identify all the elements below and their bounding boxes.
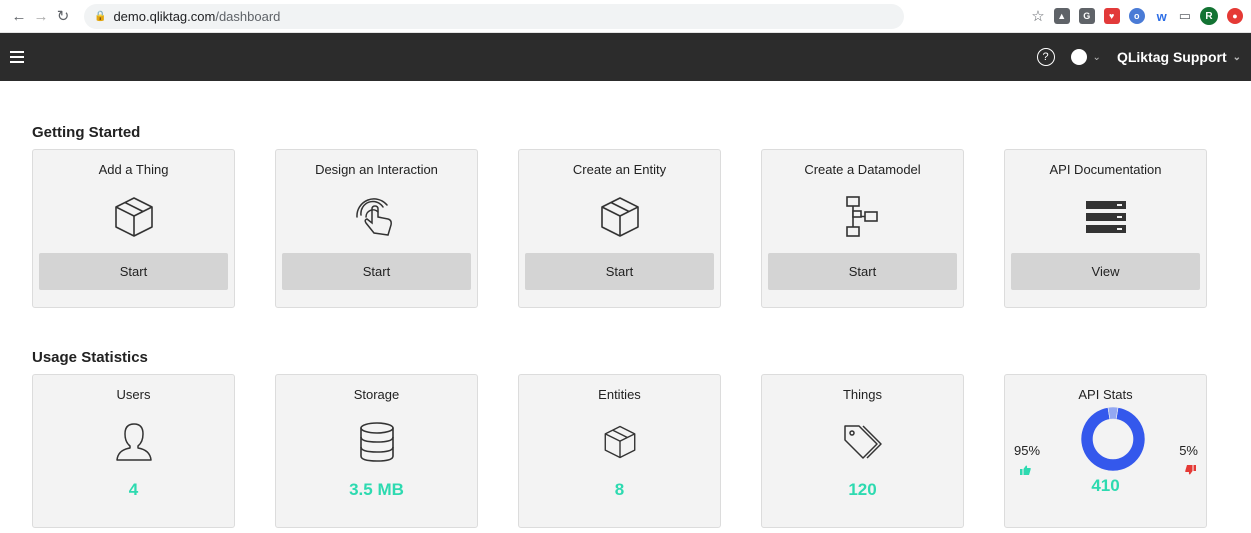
card-title: Storage	[353, 387, 400, 402]
things-stat-card: Things 120	[761, 374, 964, 528]
donut-slice-negative	[1107, 406, 1119, 420]
negative-percent: 5%	[1179, 443, 1198, 458]
card-title: Things	[842, 387, 883, 402]
users-stat-card: Users 4	[32, 374, 235, 528]
url-domain: demo.qliktag.com	[113, 8, 216, 24]
api-documentation-card: API Documentation View	[1004, 149, 1207, 308]
card-title: Entities	[598, 387, 641, 402]
api-stats-card: API Stats 95% 5% 410	[1004, 374, 1207, 528]
user-icon	[114, 420, 154, 464]
help-icon[interactable]: ?	[1036, 48, 1055, 66]
dashboard-main: Getting Started Add a Thing Start Design…	[0, 124, 1251, 528]
api-stats-chart: 95% 5% 410	[1005, 406, 1206, 498]
getting-started-title: Getting Started	[32, 124, 141, 141]
card-title: Add a Thing	[98, 162, 169, 177]
chevron-down-icon: ⌄	[1092, 51, 1101, 63]
globe-icon	[1070, 49, 1087, 65]
server-icon	[1084, 195, 1128, 239]
database-icon	[357, 420, 397, 464]
storage-used: 3.5 MB	[349, 480, 404, 499]
url-path: /dashboard	[215, 8, 281, 24]
user-name: QLiktag Support	[1116, 49, 1227, 65]
pocket-extension-icon[interactable]: ♥	[1103, 8, 1120, 24]
card-title: API Documentation	[1049, 162, 1162, 177]
things-count: 120	[848, 480, 877, 499]
box-icon	[112, 195, 156, 239]
entities-stat-card: Entities 8	[518, 374, 721, 528]
app-header: ? ⌄ QLiktag Support ⌄	[0, 33, 1251, 81]
w-extension-icon[interactable]: w	[1153, 8, 1170, 24]
profile-avatar[interactable]: R	[1200, 7, 1218, 25]
language-selector[interactable]: ⌄	[1070, 49, 1101, 65]
positive-percent: 95%	[1014, 443, 1041, 458]
forward-icon[interactable]: →	[30, 5, 52, 27]
entities-count: 8	[614, 480, 625, 499]
create-entity-start-button[interactable]: Start	[525, 253, 714, 290]
star-icon[interactable]: ☆	[1031, 7, 1044, 25]
g-extension-icon[interactable]: G	[1078, 8, 1095, 24]
usage-statistics-cards: Users 4 Storage 3.5 MB Entities 8 Things	[32, 374, 1219, 528]
address-bar[interactable]: 🔒 demo.qliktag.com/dashboard	[84, 3, 904, 29]
design-interaction-card: Design an Interaction Start	[275, 149, 478, 308]
api-stats-donut	[1080, 406, 1146, 472]
back-icon[interactable]: ←	[8, 5, 30, 27]
card-title: API Stats	[1078, 387, 1133, 402]
card-title: Users	[116, 387, 151, 402]
add-thing-start-button[interactable]: Start	[39, 253, 228, 290]
card-title: Design an Interaction	[315, 162, 438, 177]
api-total-calls: 410	[1091, 476, 1120, 495]
browser-toolbar: ← → ↻ 🔒 demo.qliktag.com/dashboard ☆ ▲ G…	[0, 0, 1251, 33]
storage-stat-card: Storage 3.5 MB	[275, 374, 478, 528]
o-extension-icon[interactable]: o	[1128, 8, 1145, 24]
user-menu[interactable]: QLiktag Support ⌄	[1117, 49, 1241, 65]
box-icon	[598, 195, 642, 239]
drive-extension-icon[interactable]: ▲	[1053, 8, 1070, 24]
design-interaction-start-button[interactable]: Start	[282, 253, 471, 290]
menu-icon[interactable]	[10, 51, 24, 63]
create-datamodel-start-button[interactable]: Start	[768, 253, 957, 290]
create-datamodel-card: Create a Datamodel Start	[761, 149, 964, 308]
users-count: 4	[128, 480, 139, 499]
datamodel-icon	[843, 195, 883, 239]
getting-started-cards: Add a Thing Start Design an Interaction …	[32, 149, 1219, 308]
card-title: Create a Datamodel	[804, 162, 921, 177]
add-thing-card: Add a Thing Start	[32, 149, 235, 308]
chevron-down-icon: ⌄	[1232, 51, 1241, 63]
box-icon	[602, 420, 638, 464]
lock-icon: 🔒	[94, 10, 107, 22]
create-entity-card: Create an Entity Start	[518, 149, 721, 308]
touch-icon	[352, 195, 402, 239]
tags-icon	[841, 420, 885, 464]
cast-icon[interactable]: ▭	[1179, 8, 1191, 24]
extension-bar: ☆ ▲ G ♥ o w ▭ R ●	[1031, 7, 1243, 25]
api-documentation-view-button[interactable]: View	[1011, 253, 1200, 290]
reload-icon[interactable]: ↻	[52, 5, 74, 27]
red-extension-icon[interactable]: ●	[1227, 8, 1243, 24]
usage-statistics-title: Usage Statistics	[32, 349, 148, 366]
card-title: Create an Entity	[572, 162, 667, 177]
